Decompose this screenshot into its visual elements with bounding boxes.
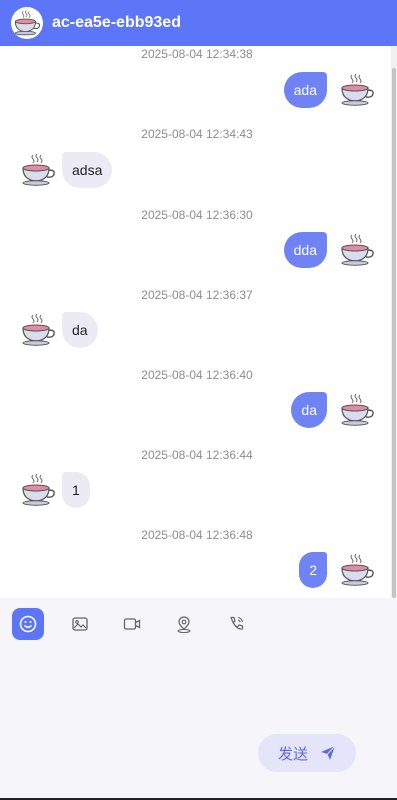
emoji-icon[interactable] bbox=[12, 608, 44, 640]
send-button[interactable]: 发送 bbox=[258, 734, 356, 772]
teacup-icon bbox=[339, 552, 375, 588]
teacup-icon bbox=[339, 72, 375, 108]
scrollbar-thumb[interactable] bbox=[392, 68, 396, 598]
message-timestamp: 2025-08-04 12:36:40 bbox=[141, 368, 253, 382]
message-timestamp: 2025-08-04 12:36:48 bbox=[141, 528, 253, 542]
composer-panel: 发送 bbox=[0, 598, 397, 798]
teacup-icon bbox=[20, 472, 56, 508]
chat-header: ac-ea5e-ebb93ed bbox=[0, 0, 397, 46]
phone-icon[interactable] bbox=[220, 608, 252, 640]
message-incoming: adsa bbox=[20, 152, 113, 188]
teacup-icon bbox=[20, 152, 56, 188]
message-bubble[interactable]: adsa bbox=[62, 152, 113, 188]
teacup-icon bbox=[20, 312, 56, 348]
chat-title: ac-ea5e-ebb93ed bbox=[52, 14, 181, 31]
teacup-icon[interactable] bbox=[11, 7, 43, 39]
message-bubble[interactable]: da bbox=[62, 312, 98, 348]
teacup-icon bbox=[339, 392, 375, 428]
teacup-icon bbox=[339, 232, 375, 268]
message-incoming: da bbox=[20, 312, 98, 348]
message-outgoing: ada bbox=[283, 72, 375, 108]
message-timestamp: 2025-08-04 12:36:37 bbox=[141, 288, 253, 302]
message-bubble[interactable]: da bbox=[291, 392, 327, 428]
message-timestamp: 2025-08-04 12:36:30 bbox=[141, 208, 253, 222]
message-timestamp: 2025-08-04 12:34:43 bbox=[141, 127, 253, 141]
composer-toolbar bbox=[12, 608, 272, 640]
message-outgoing: da bbox=[291, 392, 375, 428]
send-button-label: 发送 bbox=[277, 744, 308, 763]
message-timestamp: 2025-08-04 12:34:38 bbox=[141, 47, 253, 61]
message-bubble[interactable]: dda bbox=[283, 232, 327, 268]
message-outgoing: dda bbox=[283, 232, 375, 268]
message-bubble[interactable]: 2 bbox=[299, 552, 327, 588]
message-bubble[interactable]: ada bbox=[283, 72, 327, 108]
image-icon[interactable] bbox=[64, 608, 96, 640]
message-outgoing: 2 bbox=[299, 552, 375, 588]
message-list[interactable]: 2025-08-04 12:34:38 ada 2025-08-04 12:34… bbox=[0, 46, 397, 598]
send-icon bbox=[321, 745, 336, 760]
message-incoming: 1 bbox=[20, 472, 90, 508]
message-timestamp: 2025-08-04 12:36:44 bbox=[141, 448, 253, 462]
location-icon[interactable] bbox=[168, 608, 200, 640]
video-icon[interactable] bbox=[116, 608, 148, 640]
message-bubble[interactable]: 1 bbox=[62, 472, 90, 508]
